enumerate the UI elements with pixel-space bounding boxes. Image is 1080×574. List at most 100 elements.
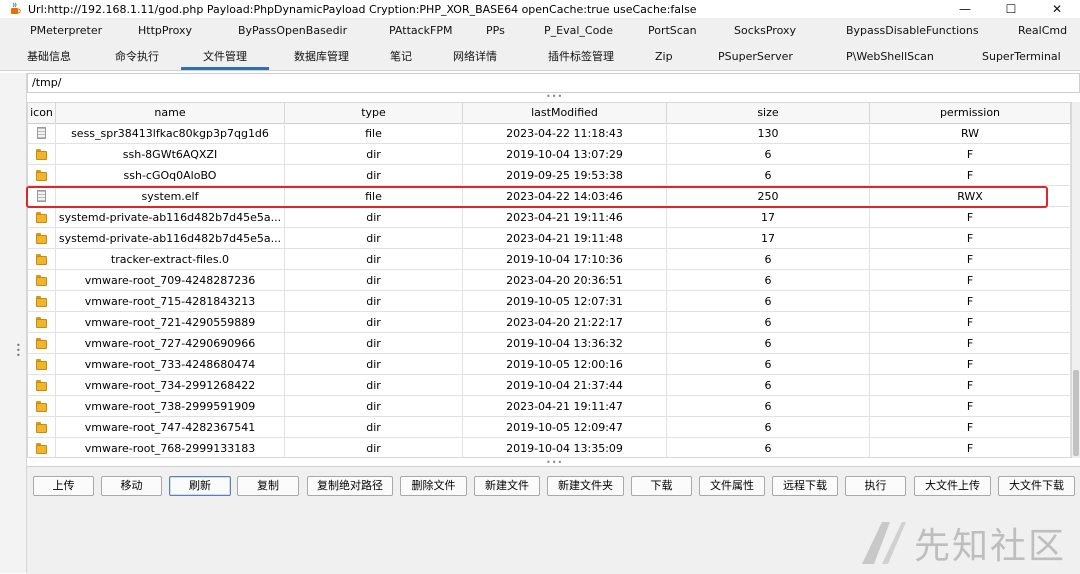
window-controls: — ☐ ✕ bbox=[942, 0, 1080, 18]
copy-absolute-path-button[interactable]: 复制绝对路径 bbox=[307, 476, 393, 496]
cell-icon bbox=[28, 249, 56, 270]
table-row[interactable]: vmware-root_721-4290559889 dir 2023-04-20 … bbox=[28, 312, 1071, 333]
table-row[interactable]: systemd-private-ab116d482b7d45e5a... dir 2… bbox=[28, 207, 1071, 228]
cell-size: 6 bbox=[667, 291, 870, 312]
cell-lastmodified: 2019-10-04 17:10:36 bbox=[463, 249, 667, 270]
maximize-button[interactable]: ☐ bbox=[988, 0, 1034, 18]
plugin-tab-row: PMeterpreter HttpProxy ByPassOpenBasedir… bbox=[0, 18, 1080, 44]
remote-download-button[interactable]: 远程下载 bbox=[772, 476, 838, 496]
left-panel-splitter[interactable]: • • • bbox=[0, 73, 27, 573]
large-file-download-button[interactable]: 大文件下载 bbox=[998, 476, 1075, 496]
table-row[interactable]: sess_spr38413lfkac80kgp3p7qg1d6 file 2023-… bbox=[28, 123, 1071, 144]
cell-lastmodified: 2023-04-21 19:11:48 bbox=[463, 228, 667, 249]
new-file-button[interactable]: 新建文件 bbox=[474, 476, 540, 496]
column-header-permission[interactable]: permission bbox=[870, 103, 1071, 123]
splitter-grip-icon[interactable]: ••• bbox=[546, 93, 562, 101]
table-row[interactable]: systemd-private-ab116d482b7d45e5a... dir 2… bbox=[28, 228, 1071, 249]
tab-basic-info[interactable]: 基础信息 bbox=[27, 44, 71, 70]
cell-size: 6 bbox=[667, 396, 870, 417]
folder-icon bbox=[36, 400, 47, 412]
tab-p-eval-code[interactable]: P_Eval_Code bbox=[544, 18, 613, 44]
xianzhi-logo-icon bbox=[862, 522, 906, 564]
tab-portscan[interactable]: PortScan bbox=[648, 18, 697, 44]
vertical-scrollbar[interactable] bbox=[1072, 102, 1080, 458]
copy-button[interactable]: 复制 bbox=[237, 476, 299, 496]
cell-permission: F bbox=[870, 312, 1071, 333]
table-row[interactable]: ssh-8GWt6AQXZI dir 2019-10-04 13:07:29 6 F bbox=[28, 144, 1071, 165]
table-row[interactable]: vmware-root_768-2999133183 dir 2019-10-04 … bbox=[28, 438, 1071, 457]
tab-network-details[interactable]: 网络详情 bbox=[453, 44, 497, 70]
tab-pps[interactable]: PPs bbox=[486, 18, 505, 44]
tab-database-manager[interactable]: 数据库管理 bbox=[294, 44, 349, 70]
path-input[interactable]: /tmp/ bbox=[27, 73, 1080, 93]
cell-icon bbox=[28, 123, 56, 144]
tab-command-exec[interactable]: 命令执行 bbox=[115, 44, 159, 70]
tab-psuperserver[interactable]: PSuperServer bbox=[718, 44, 793, 70]
file-properties-button[interactable]: 文件属性 bbox=[699, 476, 765, 496]
tab-pattackfpm[interactable]: PAttackFPM bbox=[389, 18, 453, 44]
tab-bypassopenbasedir[interactable]: ByPassOpenBasedir bbox=[238, 18, 347, 44]
tab-realcmd[interactable]: RealCmd bbox=[1018, 18, 1067, 44]
delete-file-button[interactable]: 删除文件 bbox=[400, 476, 467, 496]
tab-pwebshellscan[interactable]: P\WebShellScan bbox=[846, 44, 934, 70]
tab-zip[interactable]: Zip bbox=[655, 44, 673, 70]
tab-socksproxy[interactable]: SocksProxy bbox=[734, 18, 796, 44]
cell-permission: RWX bbox=[870, 186, 1071, 207]
table-row[interactable]: vmware-root_733-4248680474 dir 2019-10-05 … bbox=[28, 354, 1071, 375]
column-header-type[interactable]: type bbox=[285, 103, 463, 123]
cell-type: dir bbox=[285, 228, 463, 249]
table-header: icon name type lastModified size permiss… bbox=[28, 103, 1071, 124]
cell-name: sess_spr38413lfkac80kgp3p7qg1d6 bbox=[56, 123, 285, 144]
column-header-lastmodified[interactable]: lastModified bbox=[463, 103, 667, 123]
cell-name: system.elf bbox=[56, 186, 285, 207]
splitter-grip-icon[interactable]: ••• bbox=[546, 459, 562, 467]
tab-notes[interactable]: 笔记 bbox=[390, 44, 412, 70]
tab-plugin-tag-manager[interactable]: 插件标签管理 bbox=[548, 44, 614, 70]
cell-permission: RW bbox=[870, 123, 1071, 144]
tab-bypassdisablefunctions[interactable]: BypassDisableFunctions bbox=[846, 18, 979, 44]
folder-icon bbox=[36, 421, 47, 433]
tab-pmeterpreter[interactable]: PMeterpreter bbox=[30, 18, 102, 44]
watermark-text: 先知社区 bbox=[914, 526, 1067, 567]
cell-lastmodified: 2019-10-04 13:35:09 bbox=[463, 438, 667, 457]
table-row[interactable]: system.elf file 2023-04-22 14:03:46 250 RWX bbox=[28, 186, 1071, 207]
move-button[interactable]: 移动 bbox=[101, 476, 162, 496]
table-row[interactable]: vmware-root_747-4282367541 dir 2019-10-05 … bbox=[28, 417, 1071, 438]
execute-button[interactable]: 执行 bbox=[845, 476, 906, 496]
tab-file-manager[interactable]: 文件管理 bbox=[181, 44, 269, 70]
cell-name: vmware-root_733-4248680474 bbox=[56, 354, 285, 375]
tab-httpproxy[interactable]: HttpProxy bbox=[138, 18, 192, 44]
folder-icon bbox=[36, 358, 47, 370]
cell-icon bbox=[28, 228, 56, 249]
cell-lastmodified: 2019-10-04 13:07:29 bbox=[463, 144, 667, 165]
cell-type: file bbox=[285, 186, 463, 207]
cell-lastmodified: 2019-10-05 12:07:31 bbox=[463, 291, 667, 312]
cell-size: 6 bbox=[667, 417, 870, 438]
table-row[interactable]: vmware-root_715-4281843213 dir 2019-10-05 … bbox=[28, 291, 1071, 312]
folder-icon bbox=[36, 148, 47, 160]
window-titlebar: Url:http://192.168.1.11/god.php Payload:… bbox=[0, 0, 1080, 18]
tab-superterminal[interactable]: SuperTerminal bbox=[982, 44, 1061, 70]
upload-button[interactable]: 上传 bbox=[33, 476, 94, 496]
cell-icon bbox=[28, 354, 56, 375]
new-folder-button[interactable]: 新建文件夹 bbox=[547, 476, 624, 496]
minimize-button[interactable]: — bbox=[942, 0, 988, 18]
cell-icon bbox=[28, 438, 56, 457]
cell-type: file bbox=[285, 123, 463, 144]
refresh-button[interactable]: 刷新 bbox=[169, 476, 231, 496]
table-row[interactable]: ssh-cGOq0AloBO dir 2019-09-25 19:53:38 6 F bbox=[28, 165, 1071, 186]
scrollbar-thumb[interactable] bbox=[1073, 370, 1079, 456]
table-row[interactable]: vmware-root_738-2999591909 dir 2023-04-21 … bbox=[28, 396, 1071, 417]
table-row[interactable]: vmware-root_727-4290690966 dir 2019-10-04 … bbox=[28, 333, 1071, 354]
folder-icon bbox=[36, 442, 47, 454]
java-app-icon bbox=[8, 2, 22, 16]
table-row[interactable]: vmware-root_734-2991268422 dir 2019-10-04 … bbox=[28, 375, 1071, 396]
large-file-upload-button[interactable]: 大文件上传 bbox=[914, 476, 991, 496]
column-header-name[interactable]: name bbox=[56, 103, 285, 123]
close-button[interactable]: ✕ bbox=[1034, 0, 1080, 18]
table-row[interactable]: tracker-extract-files.0 dir 2019-10-04 17:… bbox=[28, 249, 1071, 270]
column-header-icon[interactable]: icon bbox=[28, 103, 56, 123]
table-row[interactable]: vmware-root_709-4248287236 dir 2023-04-20 … bbox=[28, 270, 1071, 291]
download-button[interactable]: 下载 bbox=[631, 476, 692, 496]
column-header-size[interactable]: size bbox=[667, 103, 870, 123]
